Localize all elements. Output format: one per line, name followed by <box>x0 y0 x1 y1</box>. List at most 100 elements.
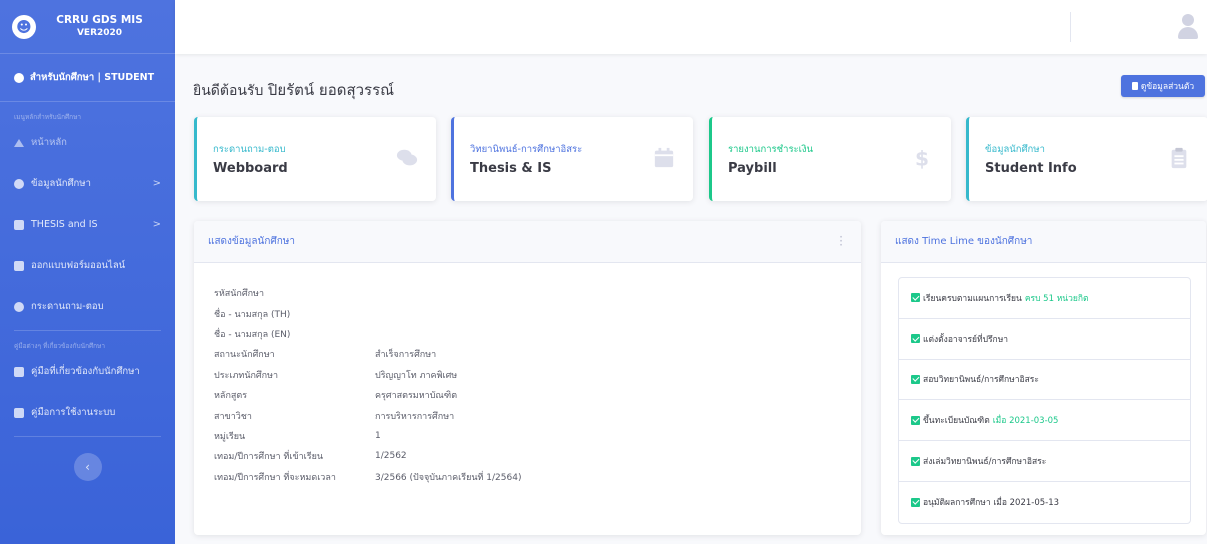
info-label: ชื่อ - นามสกุล (EN) <box>214 329 291 340</box>
smiley-face-icon: ☻ <box>12 14 36 39</box>
sidebar-item-webboard[interactable]: กระดานถาม-ตอบ <box>0 286 175 327</box>
sidebar-item-online-forms[interactable]: ออกแบบฟอร์มออนไลน์ <box>0 245 175 286</box>
info-row: เทอม/ปีการศึกษา ที่จะหมดเวลา 3/2566 (ปัจจ… <box>214 467 521 487</box>
sidebar-item-student-manuals[interactable]: คู่มือที่เกี่ยวข้องกับนักศึกษา <box>0 351 175 392</box>
sidebar-heading-main: เมนูหลักสำหรับนักศึกษา <box>14 113 82 121</box>
page-title: ยินดีต้อนรับ ปิยรัตน์ ยอดสุวรรณ์ <box>193 78 394 102</box>
info-label: เทอม/ปีการศึกษา ที่จะหมดเวลา <box>214 472 336 483</box>
chevron-right-icon: > <box>152 219 161 230</box>
topbar <box>175 0 1207 54</box>
tachometer-icon <box>14 72 24 83</box>
sidebar-item-student-info[interactable]: ข้อมูลนักศึกษา > <box>0 163 175 204</box>
sidebar-item-system-manual[interactable]: คู่มือการใช้งานระบบ <box>0 392 175 433</box>
svg-text:$: $ <box>915 147 929 169</box>
view-profile-label: ดูข้อมูลส่วนตัว <box>1140 82 1195 92</box>
card-value: Webboard <box>213 161 288 176</box>
info-value: สำเร็จการศึกษา <box>375 350 437 361</box>
clipboard-icon <box>1131 82 1138 90</box>
info-label: หลักสูตร <box>214 391 248 402</box>
sidebar-item-label: คู่มือที่เกี่ยวข้องกับนักศึกษา <box>31 366 140 377</box>
timeline-item: ส่งเล่มวิทยานิพนธ์/การศึกษาอิสระ <box>899 441 1190 482</box>
panel-header: แสดง Time Lime ของนักศึกษา <box>881 221 1206 263</box>
sidebar-item-student-dashboard[interactable]: สำหรับนักศึกษา | STUDENT <box>0 54 175 102</box>
check-square-icon <box>911 456 920 466</box>
home-icon <box>14 138 24 147</box>
sidebar-toggle-button[interactable]: ‹ <box>73 453 102 481</box>
sidebar-item-label: หน้าหลัก <box>31 137 67 148</box>
calendar-icon <box>654 147 674 168</box>
sidebar-item-thesis[interactable]: THESIS and IS > <box>0 204 175 245</box>
info-value: ปริญญาโท ภาคพิเศษ <box>375 370 458 381</box>
info-value: การบริหารการศึกษา <box>375 411 455 422</box>
timeline-text: แต่งตั้งอาจารย์ที่ปรึกษา <box>923 334 1009 345</box>
timeline-item: เรียนครบตามแผนการเรียน ครบ 51 หน่วยกิต <box>899 278 1190 319</box>
info-label: ประเภทนักศึกษา <box>214 370 279 381</box>
card-paybill[interactable]: รายงานการชำระเงิน Paybill $ <box>709 117 951 201</box>
check-square-icon <box>911 374 920 384</box>
check-square-icon <box>911 497 920 507</box>
info-row: เทอม/ปีการศึกษา ที่เข้าเรียน 1/2562 <box>214 446 521 466</box>
folder-icon <box>14 407 24 418</box>
info-row: รหัสนักศึกษา <box>214 283 521 303</box>
comment-icon <box>14 301 24 312</box>
card-student-info[interactable]: ข้อมูลนักศึกษา Student Info <box>966 117 1207 201</box>
info-row: หลักสูตร ครุศาสตรมหาบัณฑิต <box>214 385 521 405</box>
student-info-panel: แสดงข้อมูลนักศึกษา · · · รหัสนักศึกษา ชื่อ… <box>194 221 861 535</box>
card-value: Paybill <box>728 161 777 176</box>
info-value: 3/2566 (ปัจจุบันภาคเรียนที่ 1/2564) <box>375 472 522 483</box>
chevron-right-icon: > <box>152 178 161 189</box>
app-version: VER2020 <box>76 27 123 38</box>
brand[interactable]: ☻ CRRU GDS MIS VER2020 <box>0 0 175 54</box>
file-icon <box>14 260 24 271</box>
sidebar-item-label: ออกแบบฟอร์มออนไลน์ <box>31 260 126 271</box>
view-profile-button[interactable]: ดูข้อมูลส่วนตัว <box>1121 75 1205 97</box>
user-name: ปิยรัตน์ ยอดสุวรรณ์ <box>267 81 395 99</box>
card-caption: วิทยานิพนธ์-การศึกษาอิสระ <box>470 144 583 155</box>
student-info-table: รหัสนักศึกษา ชื่อ - นามสกุล (TH) ชื่อ - … <box>214 283 521 487</box>
info-row: ชื่อ - นามสกุล (TH) <box>214 303 521 323</box>
info-row: สถานะนักศึกษา สำเร็จการศึกษา <box>214 344 521 364</box>
brand-text: CRRU GDS MIS VER2020 <box>36 14 163 40</box>
panel-header: แสดงข้อมูลนักศึกษา · · · <box>194 221 861 263</box>
user-icon <box>14 178 24 189</box>
info-label: รหัสนักศึกษา <box>214 289 265 300</box>
timeline-text: อนุมัติผลการศึกษา เมื่อ 2021-05-13 <box>923 498 1060 509</box>
card-caption: ข้อมูลนักศึกษา <box>985 144 1045 155</box>
info-row: สาขาวิชา การบริหารการศึกษา <box>214 405 521 425</box>
chevron-left-icon: ‹ <box>85 460 90 474</box>
timeline-highlight: ครบ 51 หน่วยกิต <box>1024 293 1089 304</box>
timeline-text: สอบวิทยานิพนธ์/การศึกษาอิสระ <box>923 375 1039 386</box>
info-label: เทอม/ปีการศึกษา ที่เข้าเรียน <box>214 452 323 463</box>
card-caption: กระดานถาม-ตอบ <box>213 144 286 155</box>
kebab-menu-icon[interactable]: · · · <box>839 231 843 251</box>
sidebar-heading-docs: คู่มือต่างๆ ที่เกี่ยวข้องกับนักศึกษา <box>14 342 105 350</box>
card-thesis[interactable]: วิทยานิพนธ์-การศึกษาอิสระ Thesis & IS <box>451 117 693 201</box>
topbar-divider <box>1070 12 1071 42</box>
info-label: หมู่เรียน <box>214 431 246 442</box>
sidebar-item-label: THESIS and IS <box>31 219 98 230</box>
user-avatar-icon[interactable] <box>1177 14 1199 40</box>
timeline-item: อนุมัติผลการศึกษา เมื่อ 2021-05-13 <box>899 482 1190 523</box>
card-caption: รายงานการชำระเงิน <box>728 144 814 155</box>
panel-title: แสดงข้อมูลนักศึกษา <box>208 236 295 247</box>
sidebar-item-label: กระดานถาม-ตอบ <box>31 301 104 312</box>
comments-icon <box>396 149 418 166</box>
timeline-highlight: เมื่อ 2021-03-05 <box>992 416 1059 427</box>
sidebar-divider <box>14 436 161 437</box>
info-label: ชื่อ - นามสกุล (TH) <box>214 309 291 320</box>
welcome-text: ยินดีต้อนรับ <box>193 83 264 99</box>
dollar-icon: $ <box>915 147 929 169</box>
check-square-icon <box>911 334 920 344</box>
app-title: CRRU GDS MIS <box>56 13 143 26</box>
info-row: ประเภทนักศึกษา ปริญญาโท ภาคพิเศษ <box>214 365 521 385</box>
info-label: สถานะนักศึกษา <box>214 350 275 361</box>
timeline-text: ส่งเล่มวิทยานิพนธ์/การศึกษาอิสระ <box>923 457 1047 468</box>
timeline-item: สอบวิทยานิพนธ์/การศึกษาอิสระ <box>899 360 1190 401</box>
sidebar-item-label: สำหรับนักศึกษา | STUDENT <box>30 72 155 83</box>
sidebar-item-home[interactable]: หน้าหลัก <box>0 122 175 163</box>
info-label: สาขาวิชา <box>214 411 252 422</box>
timeline-panel: แสดง Time Lime ของนักศึกษา เรียนครบตามแผ… <box>881 221 1206 535</box>
card-webboard[interactable]: กระดานถาม-ตอบ Webboard <box>194 117 436 201</box>
check-square-icon <box>911 415 920 425</box>
check-square-icon <box>911 293 920 303</box>
